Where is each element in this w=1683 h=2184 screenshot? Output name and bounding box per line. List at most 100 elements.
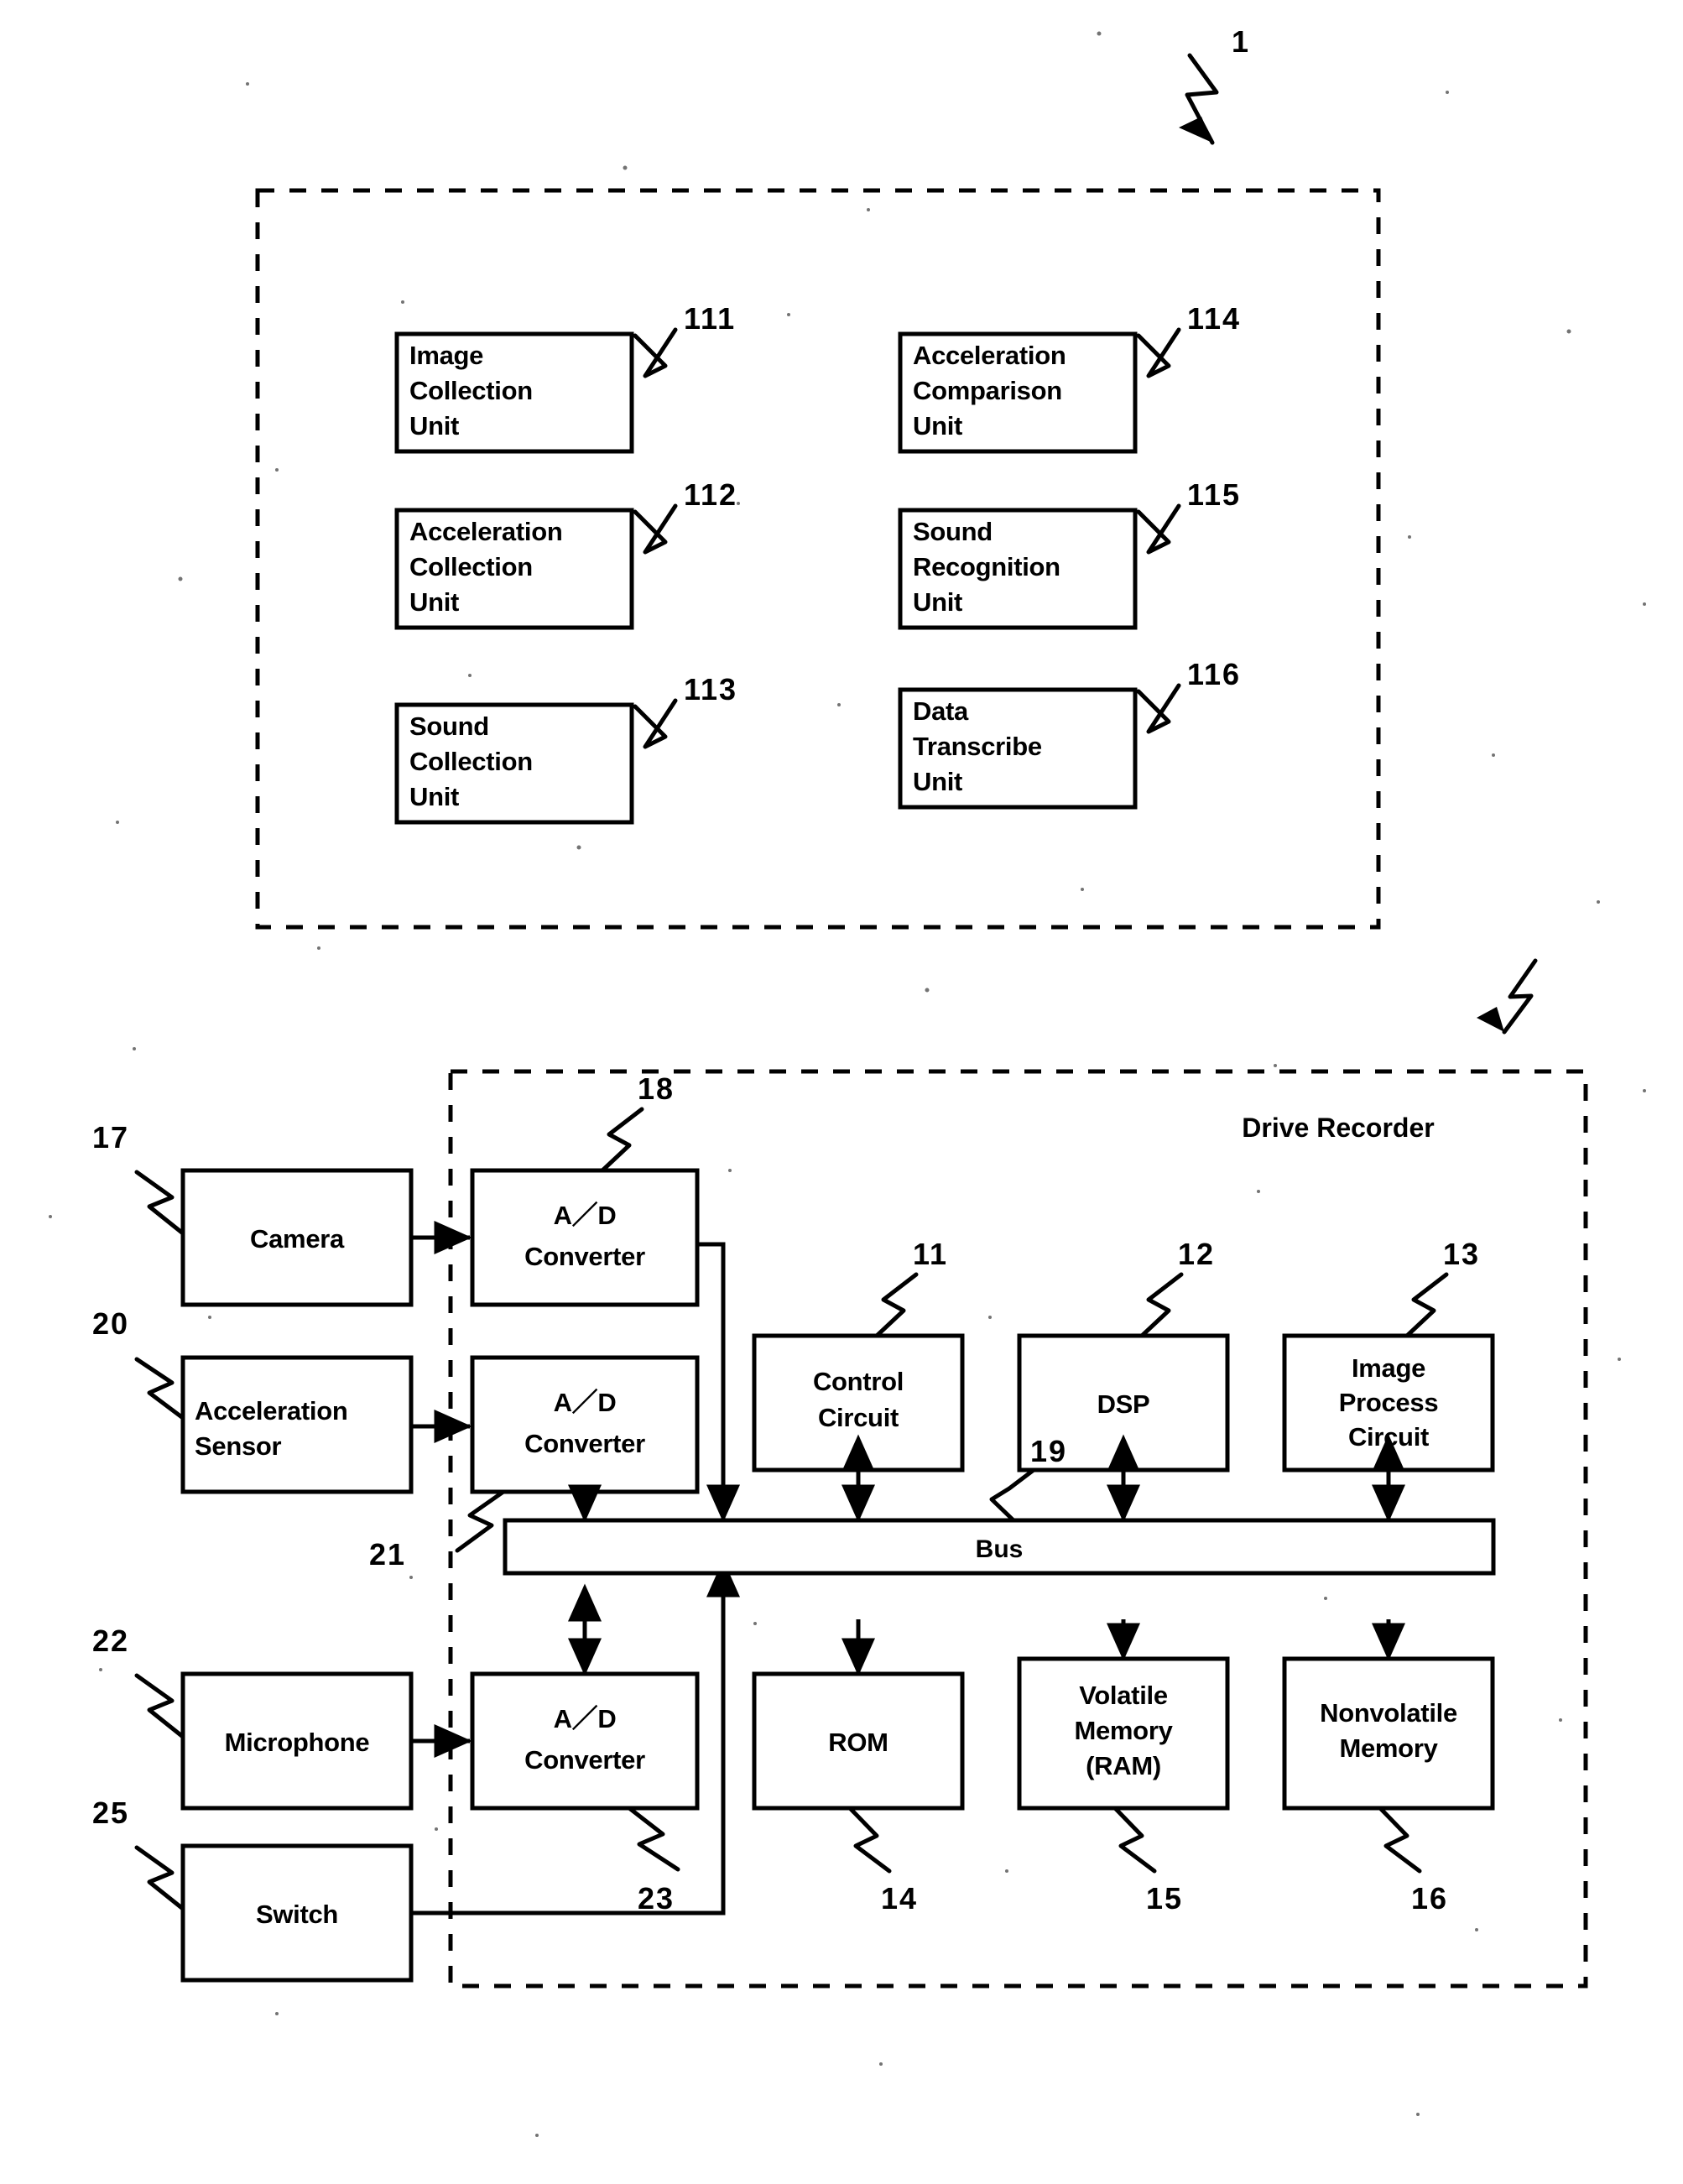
lightning-lead-15	[1112, 1806, 1157, 1874]
block-microphone: Microphone 22	[92, 1624, 414, 1811]
image-collection-unit-line3: Unit	[409, 411, 459, 440]
figure-reference-1: 1	[1179, 24, 1250, 145]
microphone-label: Microphone	[225, 1728, 370, 1757]
block-111: Image Collection Unit 111	[394, 301, 736, 454]
lightning-lead-21	[455, 1489, 506, 1553]
ad-converter-18-box[interactable]	[470, 1168, 700, 1307]
nonvolatile-memory-line2: Memory	[1339, 1733, 1438, 1763]
image-collection-unit-line1: Image	[409, 341, 483, 370]
lightning-lead-25	[134, 1845, 185, 1911]
sound-recognition-unit-line2: Recognition	[913, 552, 1060, 581]
reference-number-116: 116	[1187, 657, 1241, 691]
lightning-lead-12	[1139, 1272, 1184, 1338]
block-diagram: 1 Image Collection Unit 111 Acceleration…	[49, 24, 1646, 2137]
reference-number-111: 111	[684, 301, 736, 336]
block-nonvolatile-memory: Nonvolatile Memory 16	[1282, 1656, 1495, 1916]
ad-converter-23-line1: A／D	[554, 1704, 617, 1733]
reference-number-15: 15	[1146, 1881, 1183, 1916]
lightning-lead-20	[134, 1357, 185, 1420]
reference-number-112: 112	[684, 477, 737, 512]
acceleration-comparison-unit-line2: Comparison	[913, 376, 1062, 405]
acceleration-collection-unit-line3: Unit	[409, 587, 459, 617]
lightning-lead-116	[1136, 683, 1181, 734]
reference-number-14: 14	[881, 1881, 918, 1916]
image-collection-unit-line2: Collection	[409, 376, 533, 405]
ad-converter-21-line1: A／D	[554, 1388, 617, 1417]
image-process-circuit-line2: Process	[1339, 1388, 1439, 1417]
reference-number-21: 21	[369, 1537, 406, 1572]
block-116: Data Transcribe Unit 116	[898, 657, 1241, 810]
reference-number-13: 13	[1443, 1237, 1480, 1271]
lightning-lead-112	[633, 503, 678, 555]
reference-number-1: 1	[1232, 24, 1250, 59]
ad-converter-18-line1: A／D	[554, 1201, 617, 1230]
reference-number-16: 16	[1411, 1881, 1448, 1916]
reference-number-20: 20	[92, 1306, 129, 1341]
lightning-lead-114	[1136, 327, 1181, 378]
data-transcribe-unit-line3: Unit	[913, 767, 962, 796]
scan-artifacts	[49, 31, 1646, 2137]
reference-number-18: 18	[638, 1071, 675, 1106]
volatile-memory-line1: Volatile	[1079, 1681, 1168, 1710]
lightning-lead-19	[989, 1467, 1036, 1523]
reference-number-113: 113	[684, 672, 737, 706]
lightning-lead-111	[633, 327, 678, 378]
rom-label: ROM	[828, 1728, 888, 1757]
volatile-memory-line3: (RAM)	[1086, 1751, 1161, 1780]
reference-number-19: 19	[1030, 1434, 1067, 1468]
acceleration-sensor-line2: Sensor	[195, 1431, 282, 1461]
block-113: Sound Collection Unit 113	[394, 672, 737, 825]
acceleration-comparison-unit-line1: Acceleration	[913, 341, 1066, 370]
control-circuit-line2: Circuit	[818, 1403, 899, 1432]
lightning-lead-22	[134, 1673, 185, 1739]
lightning-lead-11	[874, 1272, 919, 1338]
reference-number-22: 22	[92, 1624, 129, 1658]
sound-recognition-unit-line3: Unit	[913, 587, 962, 617]
ad-converter-23-box[interactable]	[470, 1671, 700, 1811]
block-control-circuit: Control Circuit 11	[752, 1237, 965, 1473]
ad18-to-bus-connector	[697, 1242, 740, 1523]
lightning-lead-115	[1136, 503, 1181, 555]
reference-number-114: 114	[1187, 301, 1241, 336]
lightning-lead-16	[1378, 1806, 1422, 1874]
block-image-process-circuit: Image Process Circuit 13	[1282, 1237, 1495, 1473]
nonvolatile-memory-line1: Nonvolatile	[1320, 1698, 1457, 1728]
block-114: Acceleration Comparison Unit 114	[898, 301, 1241, 454]
arrowhead-unlabeled	[1477, 1007, 1504, 1032]
block-switch: Switch 25	[92, 1796, 414, 1983]
block-ad-converter-23: A／D Converter 23	[470, 1671, 700, 1916]
lightning-lead-13	[1404, 1272, 1449, 1338]
acceleration-comparison-unit-line3: Unit	[913, 411, 962, 440]
camera-label: Camera	[250, 1224, 345, 1254]
block-115: Sound Recognition Unit 115	[898, 477, 1241, 630]
block-camera: Camera 17	[92, 1120, 414, 1307]
block-rom: ROM 14	[752, 1671, 965, 1916]
lightning-lead-18	[600, 1107, 644, 1173]
lightning-lead-23	[627, 1806, 680, 1872]
lightning-lead-17	[134, 1170, 185, 1236]
lightning-lead-unlabeled	[1502, 958, 1538, 1035]
figure-reference-drive-recorder-lead	[1477, 958, 1538, 1035]
dsp-label: DSP	[1097, 1389, 1150, 1419]
ad-converter-23-line2: Converter	[524, 1745, 645, 1775]
reference-number-11: 11	[913, 1237, 948, 1271]
drive-recorder-title: Drive Recorder	[1242, 1113, 1434, 1143]
figure-page: 1 Image Collection Unit 111 Acceleration…	[0, 0, 1683, 2184]
lightning-lead-14	[847, 1806, 892, 1874]
block-acceleration-sensor: Acceleration Sensor 20	[92, 1306, 414, 1494]
reference-number-23: 23	[638, 1881, 675, 1916]
control-circuit-line1: Control	[813, 1367, 904, 1396]
acceleration-collection-unit-line2: Collection	[409, 552, 533, 581]
ad-converter-21-box[interactable]	[470, 1355, 700, 1494]
block-volatile-memory: Volatile Memory (RAM) 15	[1017, 1656, 1230, 1916]
switch-label: Switch	[256, 1900, 338, 1929]
image-process-circuit-line3: Circuit	[1348, 1422, 1429, 1452]
data-transcribe-unit-line1: Data	[913, 696, 969, 726]
ad-converter-21-line2: Converter	[524, 1429, 645, 1458]
reference-number-115: 115	[1187, 477, 1241, 512]
acceleration-collection-unit-line1: Acceleration	[409, 517, 562, 546]
bus-label: Bus	[976, 1535, 1024, 1563]
reference-number-25: 25	[92, 1796, 129, 1830]
reference-number-12: 12	[1178, 1237, 1215, 1271]
block-ad-converter-18: A／D Converter 18	[470, 1071, 700, 1307]
